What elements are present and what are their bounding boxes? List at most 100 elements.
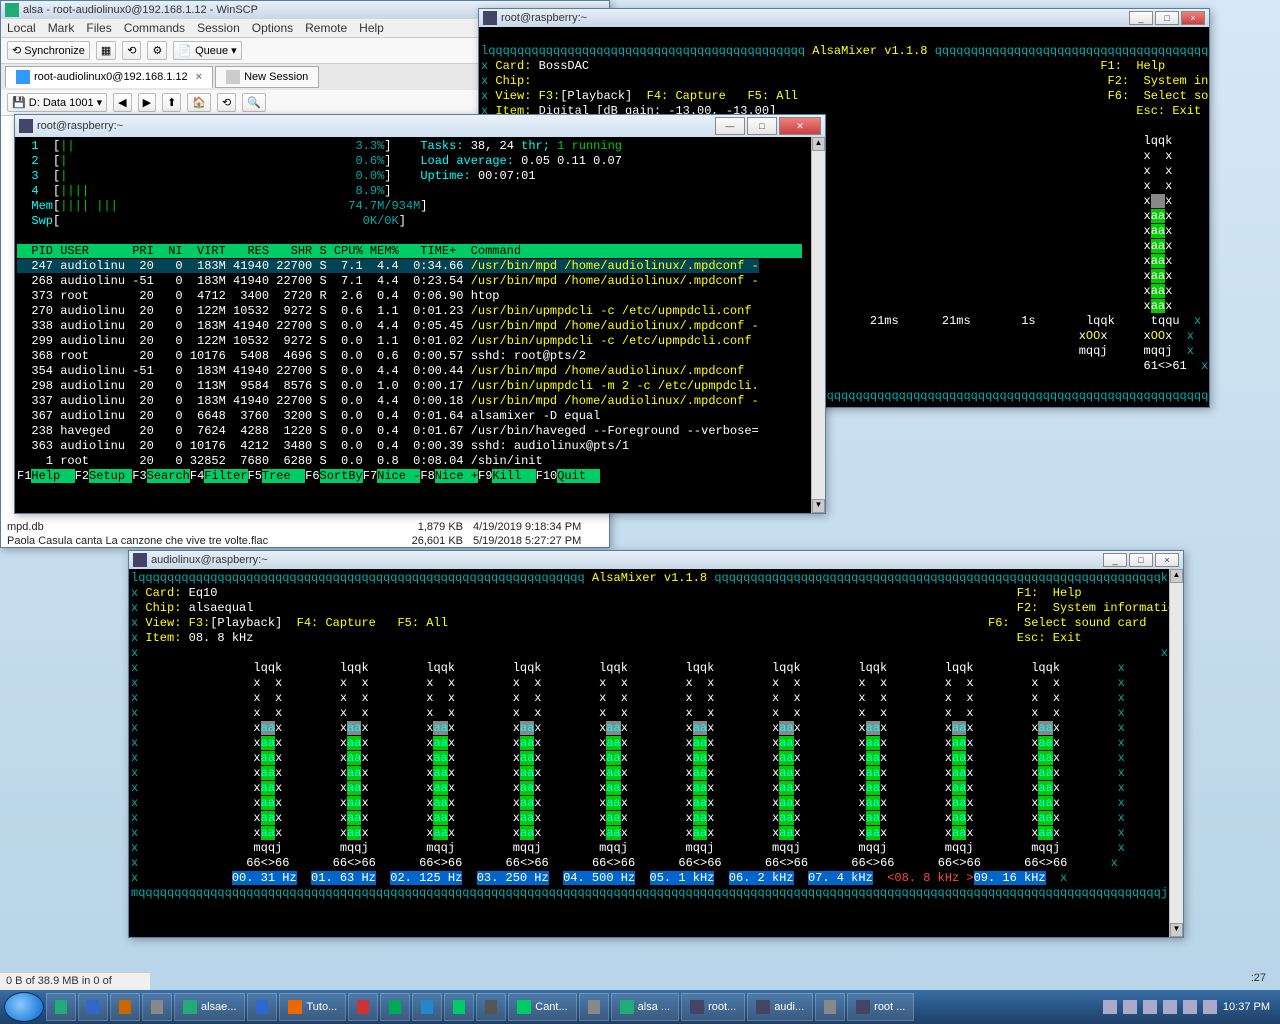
file-listing: mpd.db 1,879 KB 4/19/2019 9:18:34 PM Pao… — [1, 520, 609, 548]
new-session-label: New Session — [244, 71, 308, 83]
taskbar-item[interactable] — [815, 993, 845, 1021]
alsa-eq-titlebar[interactable]: audiolinux@raspberry:~ _ □ × — [129, 551, 1183, 569]
taskbar-app-icon — [620, 1000, 634, 1014]
scroll-down-icon[interactable]: ▼ — [812, 499, 825, 513]
putty-icon — [19, 119, 33, 133]
taskbar-item[interactable] — [412, 993, 442, 1021]
taskbar-item[interactable]: alsae... — [174, 993, 245, 1021]
nav-refresh[interactable]: ⟲ — [217, 93, 236, 112]
queue-button[interactable]: 📄 Queue ▾ — [173, 41, 241, 60]
menu-help[interactable]: Help — [359, 21, 384, 35]
nav-fwd[interactable]: ▶ — [138, 93, 156, 112]
menu-remote[interactable]: Remote — [305, 21, 347, 35]
htop-terminal[interactable]: 1 [|| 3.3%] Tasks: 38, 24 thr; 1 running… — [15, 137, 825, 513]
taskbar-item[interactable] — [247, 993, 277, 1021]
taskbar-item[interactable] — [46, 993, 76, 1021]
taskbar-item-label: alsa ... — [638, 1001, 670, 1013]
menu-session[interactable]: Session — [197, 21, 240, 35]
scroll-up-icon[interactable]: ▲ — [1170, 569, 1183, 583]
winscp-title: alsa - root-audiolinux0@192.168.1.12 - W… — [23, 4, 258, 16]
taskbar-item[interactable]: Cant... — [508, 993, 576, 1021]
minimize-button[interactable]: — — [715, 117, 745, 135]
taskbar-item[interactable] — [444, 993, 474, 1021]
menu-commands[interactable]: Commands — [124, 21, 185, 35]
file-size: 26,601 KB — [393, 535, 463, 547]
taskbar-item[interactable] — [78, 993, 108, 1021]
winscp-icon — [5, 3, 19, 17]
drive-selector[interactable]: 💾 D: Data 1001 ▾ — [7, 93, 107, 112]
tray-network-icon[interactable] — [1183, 1000, 1197, 1014]
winscp-statusbar: 0 B of 38.9 MB in 0 of — [0, 972, 150, 990]
taskbar-app-icon — [453, 1000, 465, 1014]
taskbar-app-icon — [87, 1000, 99, 1014]
menu-mark[interactable]: Mark — [48, 21, 75, 35]
taskbar-app-icon — [690, 1000, 704, 1014]
toolbar-btn4[interactable]: ⚙ — [147, 41, 167, 60]
nav-up[interactable]: ⬆ — [162, 93, 181, 112]
taskbar-item[interactable] — [110, 993, 140, 1021]
tray-icon[interactable] — [1103, 1000, 1117, 1014]
tray-volume-icon[interactable] — [1203, 1000, 1217, 1014]
maximize-button[interactable]: □ — [747, 117, 777, 135]
session-tab[interactable]: root-audiolinux0@192.168.1.12 × — [5, 66, 213, 88]
taskbar-app-icon — [357, 1000, 369, 1014]
menu-local[interactable]: Local — [7, 21, 36, 35]
taskbar-item[interactable] — [579, 993, 609, 1021]
file-date: 4/19/2019 9:18:34 PM — [463, 521, 603, 533]
file-row[interactable]: Paola Casula canta La canzone che vive t… — [1, 534, 609, 548]
htop-window: root@raspberry:~ — □ ✕ 1 [|| 3.3%] Tasks… — [14, 114, 826, 514]
maximize-button[interactable]: □ — [1155, 11, 1179, 25]
new-session-tab[interactable]: New Session — [215, 66, 319, 88]
taskbar-app-icon — [756, 1000, 770, 1014]
taskbar-app-icon — [588, 1000, 600, 1014]
system-tray[interactable]: 10:37 PM — [1103, 1000, 1276, 1014]
tray-icon[interactable] — [1143, 1000, 1157, 1014]
taskbar-item-label: root... — [708, 1001, 736, 1013]
taskbar-item[interactable]: alsa ... — [611, 993, 679, 1021]
scroll-up-icon[interactable]: ▲ — [812, 137, 825, 151]
taskbar-app-icon — [256, 1000, 268, 1014]
scrollbar[interactable]: ▲ ▼ — [811, 137, 825, 513]
tray-icon[interactable] — [1123, 1000, 1137, 1014]
taskbar-item[interactable]: root ... — [847, 993, 914, 1021]
taskbar-app-icon — [119, 1000, 131, 1014]
close-tab-icon[interactable]: × — [196, 71, 202, 83]
scroll-down-icon[interactable]: ▼ — [1170, 923, 1183, 937]
alsa-eq-terminal[interactable]: lqqqqqqqqqqqqqqqqqqqqqqqqqqqqqqqqqqqqqqq… — [129, 569, 1183, 937]
taskbar-item[interactable] — [380, 993, 410, 1021]
taskbar-app-icon — [288, 1000, 302, 1014]
taskbar-item[interactable]: root... — [681, 993, 745, 1021]
nav-home[interactable]: 🏠 — [187, 93, 211, 112]
minimize-button[interactable]: _ — [1129, 11, 1153, 25]
maximize-button[interactable]: □ — [1129, 553, 1153, 567]
sync-button[interactable]: ⟲ Synchronize — [7, 41, 90, 60]
menu-files[interactable]: Files — [86, 21, 111, 35]
nav-back[interactable]: ◀ — [113, 93, 131, 112]
close-button[interactable]: ✕ — [779, 117, 821, 135]
start-button[interactable] — [4, 992, 44, 1022]
putty-icon — [133, 553, 147, 567]
alsa-top-title: root@raspberry:~ — [501, 12, 587, 24]
taskbar-app-icon — [421, 1000, 433, 1014]
alsa-eq-title: audiolinux@raspberry:~ — [151, 554, 268, 566]
taskbar-item[interactable]: audi... — [747, 993, 813, 1021]
close-button[interactable]: × — [1155, 553, 1179, 567]
scrollbar[interactable]: ▲ ▼ — [1169, 569, 1183, 937]
minimize-button[interactable]: _ — [1103, 553, 1127, 567]
toolbar-btn2[interactable]: ▦ — [96, 41, 116, 60]
tray-icon[interactable] — [1163, 1000, 1177, 1014]
taskbar-item[interactable]: Tuto... — [279, 993, 346, 1021]
nav-find[interactable]: 🔍 — [242, 93, 266, 112]
menu-options[interactable]: Options — [252, 21, 293, 35]
taskbar-item[interactable] — [348, 993, 378, 1021]
toolbar-btn3[interactable]: ⟲ — [122, 41, 141, 60]
clock[interactable]: 10:37 PM — [1223, 1001, 1270, 1013]
htop-titlebar[interactable]: root@raspberry:~ — □ ✕ — [15, 115, 825, 137]
file-row[interactable]: mpd.db 1,879 KB 4/19/2019 9:18:34 PM — [1, 520, 609, 534]
taskbar-item[interactable] — [142, 993, 172, 1021]
alsa-top-titlebar[interactable]: root@raspberry:~ _ □ × — [479, 9, 1209, 27]
taskbar-item-label: alsae... — [201, 1001, 236, 1013]
taskbar-item[interactable] — [476, 993, 506, 1021]
taskbar-item-label: Tuto... — [306, 1001, 337, 1013]
close-button[interactable]: × — [1181, 11, 1205, 25]
